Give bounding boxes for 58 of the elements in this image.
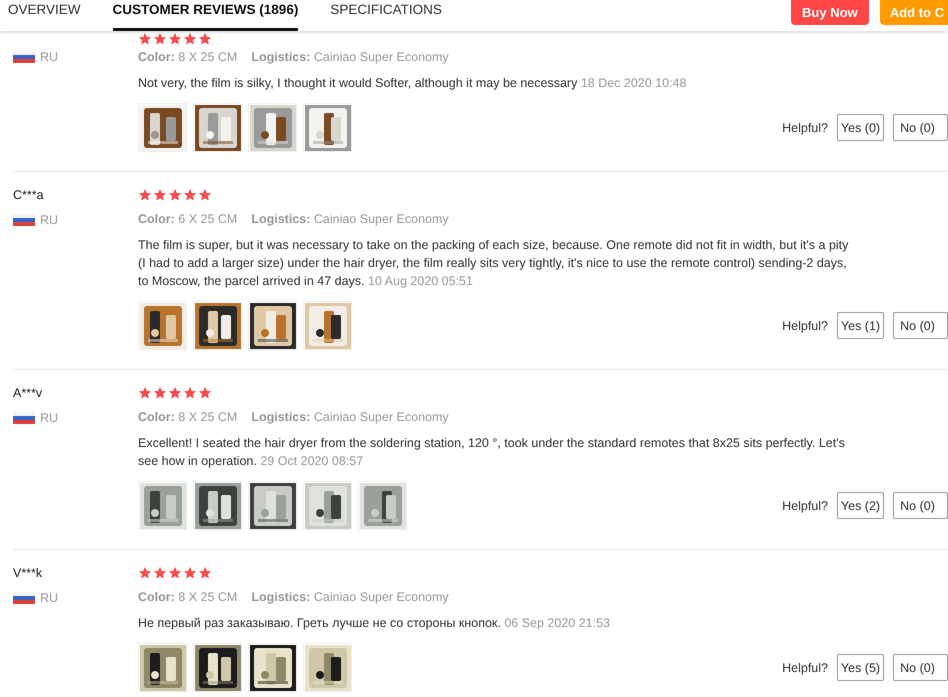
star-icon bbox=[153, 188, 167, 202]
star-icon bbox=[168, 188, 182, 202]
logistics-info: Logistics: Cainiao Super Economy bbox=[251, 410, 449, 424]
no-button[interactable]: No (0) bbox=[893, 312, 948, 339]
star-icon bbox=[168, 32, 182, 46]
star-icon bbox=[183, 188, 197, 202]
reviewer-name: C***a bbox=[13, 188, 45, 202]
helpful-label: Helpful? bbox=[782, 120, 828, 134]
tab[interactable]: OVERVIEW bbox=[8, 0, 81, 31]
helpful-label: Helpful? bbox=[782, 660, 828, 674]
review-text: The film is super, but it was necessary to take on the packing of each size, because. One remote did not fit in width, but it's a pity (I had to add a larger size) under the hair dryer, the film really sits very tightly, it's nice to use the remote control) sending-2 days, to Moscow, the parcel arrived in 47 days. 10 Aug 2020 05:51 bbox=[138, 237, 850, 290]
tab[interactable]: CUSTOMER REVIEWS (1896) bbox=[112, 0, 298, 31]
yes-button[interactable]: Yes (0) bbox=[837, 114, 884, 141]
country-code: RU bbox=[40, 213, 58, 227]
color-info: Color: 8 X 25 CM bbox=[138, 590, 238, 604]
review-text: Excellent! I seated the hair dryer from the soldering station, 120 °, took under the standard remotes that 8x25 sits perfectly. Let's see how in operation. 29 Oct 2020 08:57 bbox=[138, 435, 846, 470]
star-icon bbox=[138, 32, 152, 46]
star-icon bbox=[138, 566, 152, 580]
yes-button[interactable]: Yes (2) bbox=[837, 492, 884, 519]
color-info: Color: 8 X 25 CM bbox=[138, 50, 238, 64]
country-code: RU bbox=[40, 411, 58, 425]
review-text: Not very, the film is silky, I thought it would Softer, although it may be necessary 18 Dec 2020 10:48 bbox=[138, 75, 688, 92]
helpful-label: Helpful? bbox=[782, 498, 828, 512]
star-icon bbox=[168, 566, 182, 580]
star-icon bbox=[138, 188, 152, 202]
no-button[interactable]: No (0) bbox=[893, 654, 948, 681]
russia-flag-icon bbox=[13, 214, 35, 226]
review-text: Не первый раз заказываю. Греть лучше не со стороны кнопок. 06 Sep 2020 21:53 bbox=[138, 615, 611, 632]
star-icon bbox=[198, 566, 212, 580]
star-icon bbox=[198, 386, 212, 400]
reviewer-name: V***k bbox=[13, 566, 44, 580]
russia-flag-icon bbox=[13, 592, 35, 604]
reviewer-name: A***v bbox=[13, 386, 44, 400]
yes-button[interactable]: Yes (5) bbox=[837, 654, 884, 681]
country-code: RU bbox=[40, 591, 58, 605]
country-code: RU bbox=[40, 50, 58, 64]
logistics-info: Logistics: Cainiao Super Economy bbox=[251, 590, 449, 604]
russia-flag-icon bbox=[13, 51, 35, 63]
no-button[interactable]: No (0) bbox=[893, 492, 948, 519]
yes-button[interactable]: Yes (1) bbox=[837, 312, 884, 339]
star-icon bbox=[153, 32, 167, 46]
helpful-label: Helpful? bbox=[782, 318, 828, 332]
tab[interactable]: SPECIFICATIONS bbox=[330, 0, 442, 31]
star-icon bbox=[183, 566, 197, 580]
color-info: Color: 6 X 25 CM bbox=[138, 212, 238, 226]
star-icon bbox=[183, 386, 197, 400]
logistics-info: Logistics: Cainiao Super Economy bbox=[251, 212, 449, 226]
star-icon bbox=[183, 32, 197, 46]
star-icon bbox=[153, 386, 167, 400]
russia-flag-icon bbox=[13, 412, 35, 424]
star-icon bbox=[198, 188, 212, 202]
star-icon bbox=[153, 566, 167, 580]
star-icon bbox=[198, 32, 212, 46]
logistics-info: Logistics: Cainiao Super Economy bbox=[251, 50, 449, 64]
no-button[interactable]: No (0) bbox=[893, 114, 948, 141]
color-info: Color: 8 X 25 CM bbox=[138, 410, 238, 424]
star-icon bbox=[138, 386, 152, 400]
star-icon bbox=[168, 386, 182, 400]
